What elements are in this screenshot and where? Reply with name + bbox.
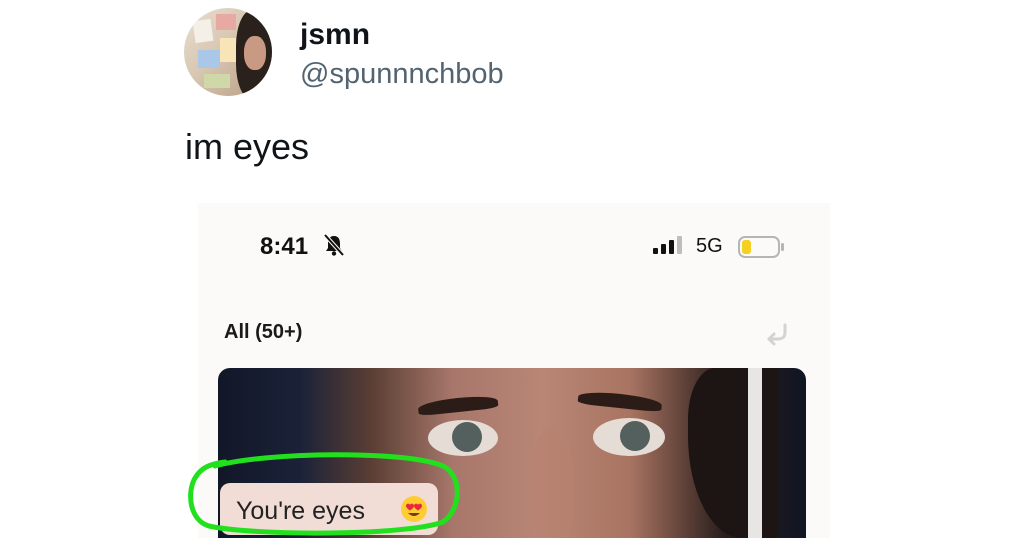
- green-highlight-circle: [188, 452, 460, 536]
- avatar-collage-piece: [198, 50, 220, 68]
- display-name[interactable]: jsmn: [300, 18, 370, 52]
- avatar-face: [244, 36, 266, 70]
- status-time: 8:41: [260, 233, 309, 260]
- avatar[interactable]: [184, 8, 272, 96]
- avatar-collage-piece: [216, 14, 236, 30]
- network-type: 5G: [696, 235, 723, 257]
- avatar-collage-piece: [192, 18, 214, 44]
- photo-curtain: [748, 368, 762, 538]
- filter-label[interactable]: All (50+): [224, 321, 302, 344]
- photo-nose: [533, 428, 573, 538]
- tweet-text: im eyes: [185, 126, 310, 167]
- battery-icon: [738, 236, 784, 258]
- avatar-collage-piece: [204, 74, 230, 88]
- undo-icon[interactable]: [763, 319, 791, 347]
- user-handle[interactable]: @spunnnchbob: [300, 58, 504, 91]
- photo-eyebrow: [417, 393, 499, 417]
- signal-bars-icon: [653, 236, 682, 254]
- photo-eyebrow: [577, 389, 663, 413]
- bell-slash-icon: [323, 233, 345, 257]
- photo-iris: [620, 421, 650, 451]
- avatar-collage-piece: [220, 38, 236, 62]
- photo-hair: [688, 368, 778, 538]
